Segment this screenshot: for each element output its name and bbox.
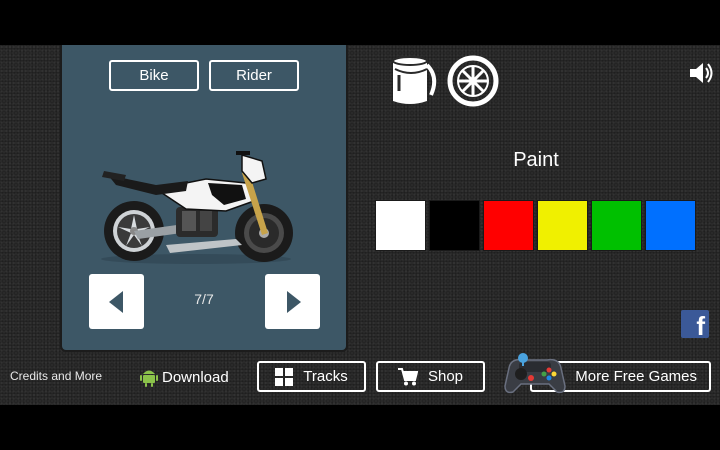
letterbox-bottom xyxy=(0,405,720,450)
color-swatch-red[interactable] xyxy=(483,200,534,251)
wheel-icon[interactable] xyxy=(447,55,499,107)
tracks-label: Tracks xyxy=(303,368,348,385)
facebook-icon[interactable]: f xyxy=(681,310,709,338)
color-swatch-black[interactable] xyxy=(429,200,480,251)
color-swatch-blue[interactable] xyxy=(645,200,696,251)
speaker-icon[interactable] xyxy=(688,61,714,85)
shop-button[interactable]: Shop xyxy=(376,361,485,392)
android-icon xyxy=(140,370,158,387)
grid-icon xyxy=(275,367,294,386)
download-label: Download xyxy=(162,368,229,386)
paint-bucket-icon[interactable] xyxy=(387,55,439,107)
garage-panel: Bike Rider 7/7 xyxy=(60,45,348,352)
download-link[interactable]: Download xyxy=(140,365,229,389)
next-bike-button[interactable] xyxy=(265,274,320,329)
previous-bike-button[interactable] xyxy=(89,274,144,329)
motorcycle-image xyxy=(101,151,293,264)
tracks-button[interactable]: Tracks xyxy=(257,361,366,392)
letterbox-top xyxy=(0,0,720,45)
rider-tab-button[interactable]: Rider xyxy=(209,60,299,91)
cart-icon xyxy=(397,367,418,385)
gamepad-icon xyxy=(504,353,566,394)
bike-counter: 7/7 xyxy=(194,291,214,307)
arrow-right-icon xyxy=(286,290,301,313)
paint-section-title: Paint xyxy=(513,149,559,171)
color-swatch-yellow[interactable] xyxy=(537,200,588,251)
arrow-left-icon xyxy=(108,290,123,313)
credits-link[interactable]: Credits and More xyxy=(10,369,102,383)
game-screen: Bike Rider 7/7 Paint f Credits and More … xyxy=(0,45,720,405)
color-swatch-green[interactable] xyxy=(591,200,642,251)
bike-tab-button[interactable]: Bike xyxy=(109,60,199,91)
color-swatch-white[interactable] xyxy=(375,200,426,251)
more-free-games-label: More Free Games xyxy=(575,368,697,385)
shop-label: Shop xyxy=(427,368,464,385)
